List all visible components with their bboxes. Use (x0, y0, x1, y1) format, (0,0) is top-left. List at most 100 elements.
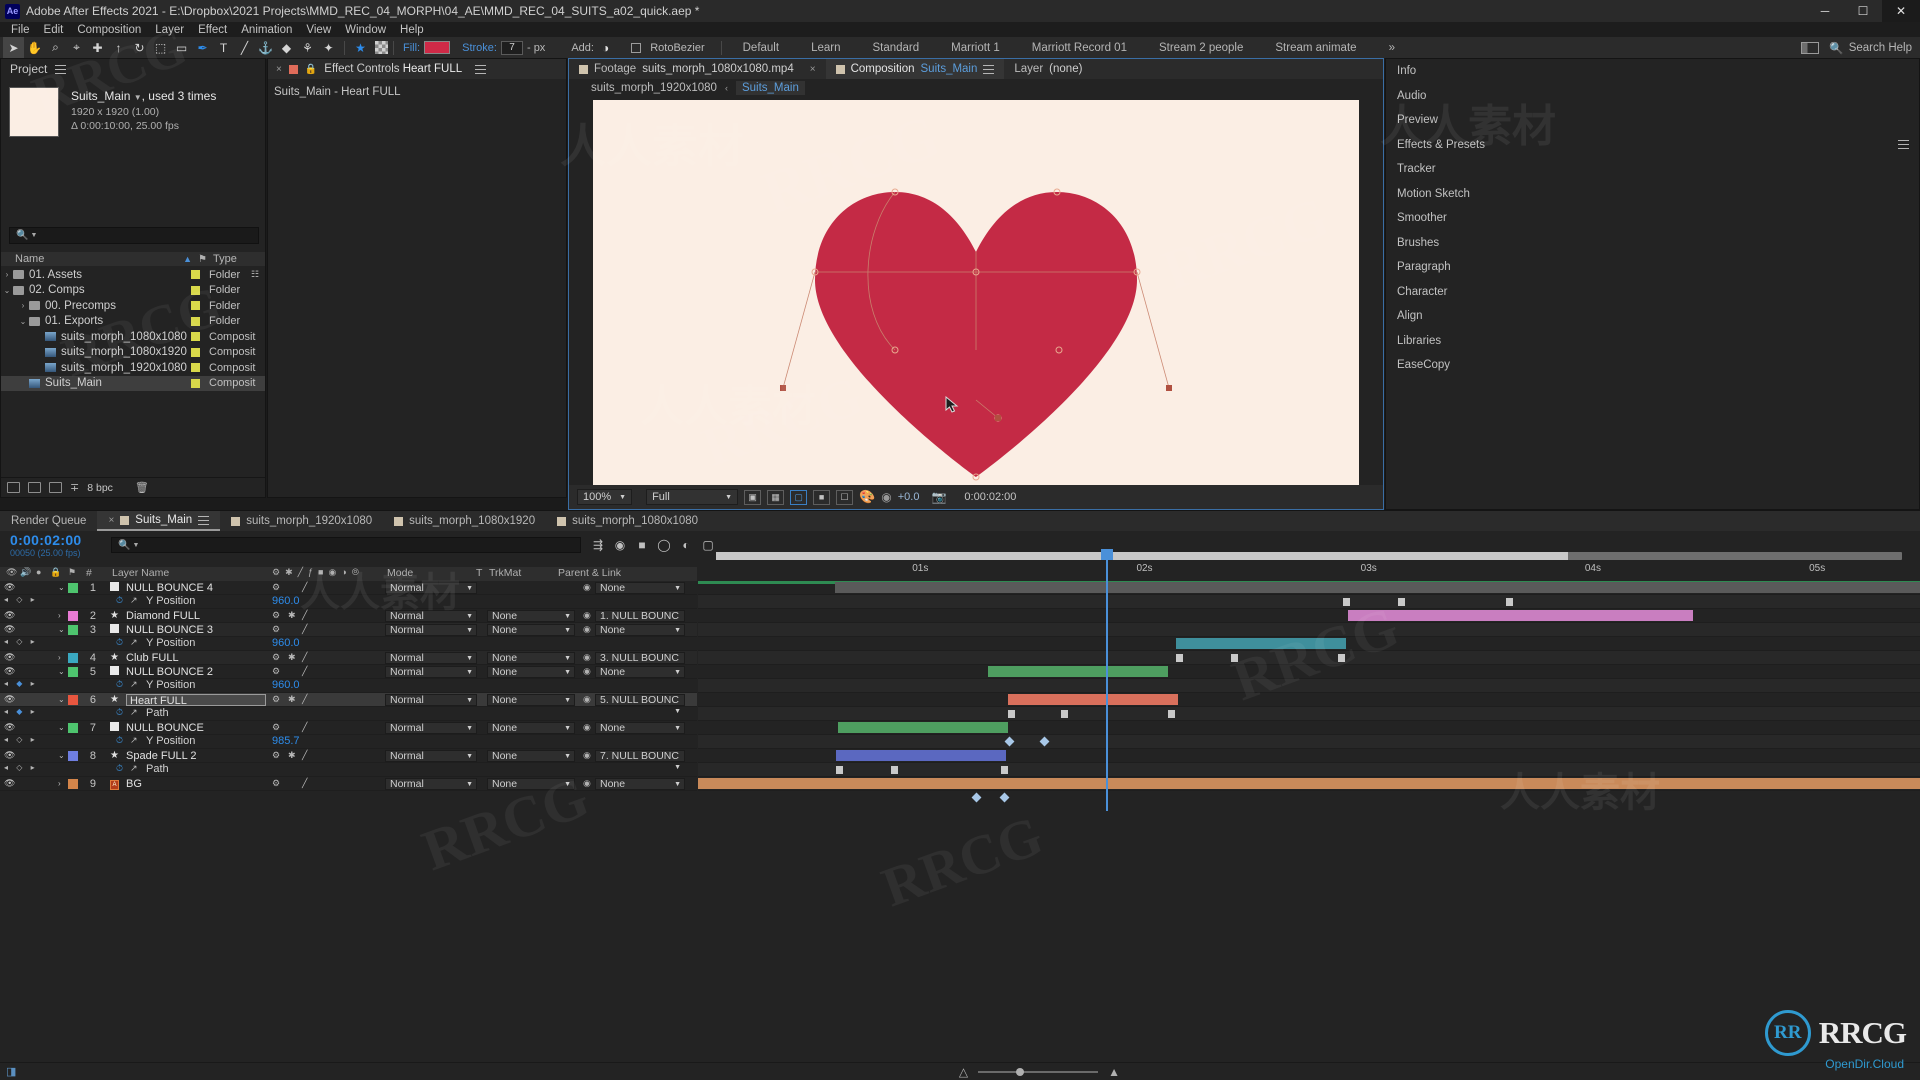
twirl-icon[interactable]: › (58, 779, 61, 788)
workspace-tab-stream-2-people[interactable]: Stream 2 people (1143, 37, 1259, 58)
panel-tab-paragraph[interactable]: Paragraph (1386, 255, 1919, 280)
stopwatch-icon[interactable]: ⏱ (116, 735, 123, 746)
breadcrumb-parent[interactable]: suits_morph_1920x1080 (591, 82, 717, 94)
pickwhip-icon[interactable]: ◉ (583, 750, 591, 761)
track-row[interactable] (698, 623, 1920, 637)
timeline-ruler[interactable]: 01s 02s 03s 04s 05s (698, 551, 1920, 581)
composition-controls-bar[interactable]: 100% ▼ Full ▼ ▣ ▦ ▢ ■ ☐ 🎨 ◉ +0.0 📷 0:00:… (569, 485, 1383, 509)
label-color-swatch[interactable] (191, 332, 200, 342)
exposure-value[interactable]: +0.0 (898, 491, 920, 503)
layer-duration-bar[interactable] (988, 666, 1168, 677)
blend-mode-dropdown[interactable]: Normal ▼ (385, 609, 477, 622)
rotobezier-checkbox[interactable] (631, 42, 642, 53)
region-of-interest-icon[interactable]: ▢ (790, 489, 808, 505)
keyframe-navigator[interactable]: ◂ ◇ ▸ (4, 595, 38, 604)
composition-canvas[interactable] (569, 99, 1383, 486)
menu-bar[interactable]: File Edit Composition Layer Effect Anima… (0, 22, 1920, 37)
workspace-layout-icon[interactable] (1801, 41, 1820, 54)
pickwhip-icon[interactable]: ◉ (583, 722, 591, 733)
column-layer-name[interactable]: Layer Name (112, 567, 169, 579)
keyframe-navigator[interactable]: ◂ ◆ ▸ (4, 679, 38, 688)
keyframe-marker[interactable] (1231, 654, 1238, 662)
tab-composition[interactable]: Composition Suits_Main (825, 59, 1005, 79)
project-item-row[interactable]: Suits_Main Composit (1, 375, 265, 391)
viewer-tabs[interactable]: Footage suits_morph_1080x1080.mp4 × Comp… (569, 59, 1383, 79)
timeline-tabs[interactable]: Render Queue × Suits_Main suits_morph_1920x… (0, 511, 1920, 531)
panel-tab-brushes[interactable]: Brushes (1386, 231, 1919, 256)
track-row[interactable] (698, 763, 1920, 777)
column-t[interactable]: T (476, 567, 482, 579)
shy-icon[interactable]: ╱ (302, 610, 307, 621)
twirl-icon[interactable]: ⌄ (1, 286, 13, 295)
twirl-icon[interactable]: ⌄ (58, 751, 65, 760)
current-timecode[interactable]: 0:00:02:00 00050 (25.00 fps) (0, 532, 105, 558)
add-menu-icon[interactable]: ◑ (598, 41, 613, 55)
timecode-value[interactable]: 0:00:02:00 (10, 532, 105, 548)
menu-item-composition[interactable]: Composition (70, 24, 148, 36)
brush-tool[interactable]: ╱ (234, 37, 255, 58)
twirl-icon[interactable]: › (58, 611, 61, 620)
draft-3d-icon[interactable]: ◉ (609, 535, 631, 555)
layer-duration-bar[interactable] (1176, 638, 1346, 649)
track-row[interactable] (698, 735, 1920, 749)
pickwhip-icon[interactable]: ◉ (583, 582, 591, 593)
label-color-swatch[interactable] (68, 666, 78, 677)
parent-link-dropdown[interactable]: 5. NULL BOUNC ▼ (595, 693, 685, 715)
twirl-icon[interactable]: ⌄ (58, 723, 65, 732)
keyframe-marker[interactable] (1061, 710, 1068, 718)
layer-row[interactable]: 👁 ⌄ 8 ★ Spade FULL 2 ⚙ ✱ ╱ Normal ▼ None ▼ ◉ 7. NULL … (0, 749, 697, 771)
label-color-swatch[interactable] (68, 610, 78, 621)
column-type[interactable]: Type (213, 253, 265, 265)
layer-duration-bar[interactable] (1348, 610, 1693, 621)
property-row[interactable]: ◂ ◆ ▸ ⏱ ↗ Y Position 960.0 (0, 679, 697, 693)
maximize-button[interactable]: ☐ (1844, 0, 1882, 22)
track-row[interactable] (698, 609, 1920, 623)
breadcrumb[interactable]: suits_morph_1920x1080 ‹ Suits_Main (569, 79, 1383, 96)
lock-icon[interactable]: 🔒 (305, 64, 317, 75)
panel-tab-libraries[interactable]: Libraries (1386, 329, 1919, 354)
tab-layer[interactable]: Layer (none) (1004, 59, 1092, 79)
timeline-tab-render-queue[interactable]: Render Queue (0, 511, 97, 531)
pen-tool[interactable]: ✒ (192, 37, 213, 58)
layer-row[interactable]: 👁 › 9 A BG ⚙ ╱ Normal ▼ None ▼ ◉ None ▼ (0, 777, 697, 791)
stopwatch-icon[interactable]: ⏱ (116, 763, 123, 774)
type-tool[interactable]: T (213, 37, 234, 58)
eye-icon[interactable]: 👁 (4, 652, 15, 663)
camera-tool[interactable]: ↑ (108, 37, 129, 58)
panel-tab-character[interactable]: Character (1386, 280, 1919, 305)
roto-brush-tool[interactable]: ⚘ (297, 37, 318, 58)
panel-tab-align[interactable]: Align (1386, 304, 1919, 329)
keyframe-navigator[interactable]: ◂ ◆ ▸ (4, 707, 38, 716)
toggle-guides-icon[interactable]: ■ (813, 489, 831, 505)
hide-shy-layers-icon[interactable]: ■ (631, 535, 653, 555)
pickwhip-icon[interactable]: ◉ (583, 694, 591, 705)
panel-menu-icon[interactable] (55, 64, 67, 74)
work-area-bar[interactable] (716, 552, 1902, 560)
project-item-row[interactable]: ⌄ 02. Comps Folder (1, 283, 265, 299)
property-row[interactable]: ◂ ◆ ▸ ⏱ ↗ Path (0, 707, 697, 721)
label-color-swatch[interactable] (68, 582, 78, 593)
layer-row[interactable]: 👁 ⌄ 1 NULL BOUNCE 4 ⚙ ╱ Normal ▼ ◉ None ▼ (0, 581, 697, 595)
property-value[interactable]: 960.0 (272, 679, 300, 691)
layer-row[interactable]: 👁 ⌄ 7 NULL BOUNCE ⚙ ╱ Normal ▼ None ▼ ◉ None ▼ (0, 721, 697, 735)
project-item-row[interactable]: › 00. Precomps Folder (1, 298, 265, 314)
column-trkmat[interactable]: TrkMat (489, 567, 521, 579)
keyframe-marker[interactable] (1001, 766, 1008, 774)
keyframe-marker[interactable] (1506, 598, 1513, 606)
property-row[interactable]: ◂ ◇ ▸ ⏱ ↗ Y Position 985.7 (0, 735, 697, 749)
track-row[interactable] (698, 693, 1920, 707)
twirl-icon[interactable]: › (17, 301, 29, 310)
panel-menu-icon[interactable] (983, 64, 995, 74)
track-row[interactable] (698, 651, 1920, 665)
property-value[interactable]: 985.7 (272, 735, 300, 747)
keyframe-marker[interactable] (1398, 598, 1405, 606)
panel-tab-smoother[interactable]: Smoother (1386, 206, 1919, 231)
pickwhip-icon[interactable]: ◉ (583, 778, 591, 789)
timeline-tab-suits-morph-1920x1080[interactable]: suits_morph_1920x1080 (220, 511, 383, 531)
label-color-swatch[interactable] (68, 652, 78, 663)
label-color-swatch[interactable] (68, 750, 78, 761)
stopwatch-icon[interactable]: ⏱ (116, 707, 123, 718)
pickwhip-icon[interactable]: ◉ (583, 652, 591, 663)
label-color-swatch[interactable] (68, 624, 78, 635)
close-icon[interactable]: × (810, 64, 816, 75)
